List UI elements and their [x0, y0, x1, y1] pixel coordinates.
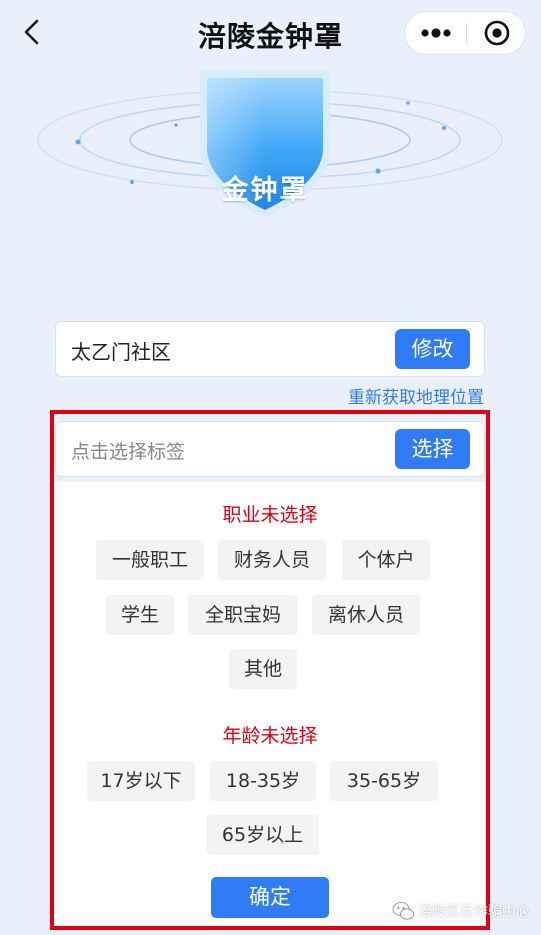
occupation-option[interactable]: 一般职工 [96, 540, 204, 580]
occupation-option[interactable]: 离休人员 [312, 595, 420, 635]
wechat-icon [392, 902, 414, 920]
age-title: 年龄未选择 [222, 725, 318, 747]
nav-bar: 涪陵金钟罩 [0, 0, 541, 64]
more-dots-icon[interactable] [405, 12, 465, 54]
watermark-text: 涪陵区反诈骗中心 [418, 904, 530, 920]
age-option[interactable]: 65岁以上 [206, 815, 319, 855]
occupation-option[interactable]: 个体户 [342, 540, 430, 580]
shield-title: 金钟罩 [221, 175, 309, 206]
occupation-option[interactable]: 其他 [229, 649, 297, 689]
target-close-icon[interactable] [467, 12, 525, 54]
age-option[interactable]: 18-35岁 [210, 761, 316, 801]
occupation-option[interactable]: 全职宝妈 [188, 595, 298, 635]
age-option[interactable]: 35-65岁 [330, 761, 438, 801]
tag-placeholder: 点击选择标签 [71, 441, 186, 463]
refetch-location-link[interactable]: 重新获取地理位置 [348, 383, 484, 408]
occupation-option[interactable]: 财务人员 [218, 540, 326, 580]
age-option[interactable]: 17岁以下 [87, 761, 195, 801]
tag-select-bar[interactable]: 点击选择标签 选择 [55, 421, 485, 477]
orbit-rings [37, 70, 503, 218]
tag-panel: 职业未选择 一般职工 财务人员 个体户 学生 全职宝妈 离休人员 其他 年龄未选… [54, 482, 486, 926]
select-button[interactable]: 选择 [395, 429, 470, 469]
location-card: 太乙门社区 修改 [55, 321, 485, 377]
occupation-option[interactable]: 学生 [106, 595, 174, 635]
mini-program-capsule [404, 11, 526, 55]
modify-button[interactable]: 修改 [395, 329, 470, 369]
hero-illustration: 金钟罩 [0, 60, 541, 260]
confirm-button[interactable]: 确定 [211, 877, 329, 918]
location-value: 太乙门社区 [71, 340, 171, 364]
occupation-title: 职业未选择 [222, 504, 318, 526]
